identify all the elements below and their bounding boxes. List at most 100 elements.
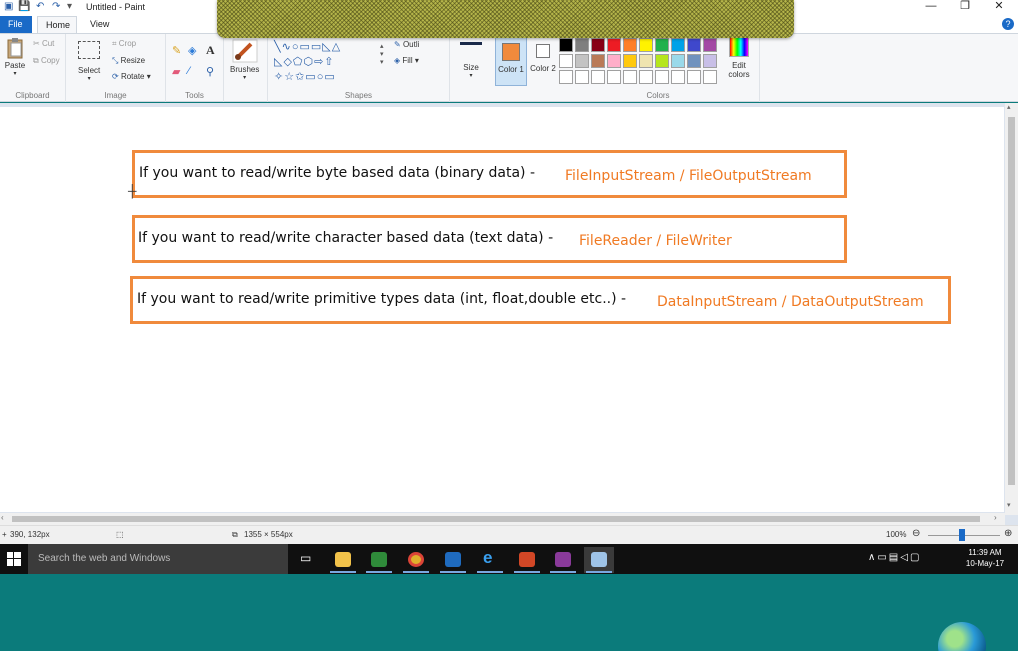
horizontal-scrollbar[interactable]: ‹ ›: [0, 513, 1005, 525]
taskbar-file-explorer[interactable]: [328, 547, 358, 573]
rotate-button[interactable]: ⟳ Rotate ▾: [112, 72, 151, 81]
cut-button[interactable]: ✂ Cut: [33, 39, 54, 48]
text-icon[interactable]: A: [206, 43, 215, 58]
eraser-icon[interactable]: ▰: [172, 65, 180, 78]
close-button[interactable]: ✕: [984, 0, 1014, 14]
color-swatch[interactable]: [655, 70, 669, 84]
zoom-in-icon[interactable]: ⊕: [1004, 528, 1012, 539]
start-button[interactable]: [0, 544, 28, 574]
color-swatch[interactable]: [639, 54, 653, 68]
size-button[interactable]: Size ▾: [460, 42, 482, 79]
color-swatch[interactable]: [703, 54, 717, 68]
text-box-character[interactable]: If you want to read/write character base…: [132, 215, 847, 263]
shapes-group-label: Shapes: [344, 91, 373, 100]
magnifier-icon[interactable]: ⚲: [206, 65, 214, 78]
pencil-icon[interactable]: ✎: [172, 44, 181, 57]
taskbar-app[interactable]: [548, 547, 578, 573]
volume-icon[interactable]: ◁: [900, 552, 910, 563]
vertical-scroll-thumb[interactable]: [1008, 117, 1015, 485]
brushes-button[interactable]: Brushes ▾: [230, 39, 259, 81]
color-swatch[interactable]: [607, 38, 621, 52]
color-swatch[interactable]: [623, 70, 637, 84]
color-swatch[interactable]: [639, 38, 653, 52]
ribbon: Paste ▾ ✂ Cut ⧉ Copy Clipboard Select ▾ …: [0, 33, 1018, 102]
outline-button[interactable]: ✎ Outli: [394, 40, 419, 49]
undo-icon[interactable]: ↶: [36, 1, 44, 12]
color-swatch[interactable]: [703, 38, 717, 52]
color-swatch[interactable]: [591, 38, 605, 52]
shapes-gallery-more-icon[interactable]: ▴ ▾ ▾: [380, 42, 384, 66]
taskbar-outlook[interactable]: [438, 547, 468, 573]
resize-button[interactable]: ⤡ Resize: [112, 56, 145, 66]
notifications-icon[interactable]: ▢: [910, 552, 921, 563]
zoom-out-icon[interactable]: ⊖: [912, 528, 920, 539]
customize-toolbar-icon[interactable]: ▾: [67, 1, 72, 12]
color-swatch[interactable]: [671, 38, 685, 52]
save-icon[interactable]: 💾: [18, 1, 30, 12]
color-swatch[interactable]: [623, 54, 637, 68]
taskbar-clock[interactable]: 11:39 AM 10-May-17: [955, 547, 1015, 569]
tab-view[interactable]: View: [82, 16, 117, 33]
show-hidden-icons-icon[interactable]: ∧: [868, 552, 877, 563]
taskbar-edge[interactable]: e: [475, 547, 505, 573]
color-swatch[interactable]: [591, 70, 605, 84]
battery-icon[interactable]: ▭: [877, 552, 888, 563]
color2-swatch: [536, 44, 550, 58]
redo-icon[interactable]: ↷: [52, 1, 60, 12]
color-swatch[interactable]: [559, 70, 573, 84]
taskbar-search-box[interactable]: Search the web and Windows: [28, 544, 288, 574]
fill-button[interactable]: ◈ Fill ▾: [394, 56, 419, 65]
color-swatch[interactable]: [575, 54, 589, 68]
color-swatch[interactable]: [639, 70, 653, 84]
system-tray[interactable]: ∧▭▤◁▢: [868, 552, 921, 563]
color-swatch[interactable]: [623, 38, 637, 52]
tab-home[interactable]: Home: [37, 16, 77, 33]
taskbar-excel[interactable]: [364, 547, 394, 573]
scroll-down-icon[interactable]: ▾: [1007, 501, 1011, 509]
color-swatch[interactable]: [687, 54, 701, 68]
scroll-up-icon[interactable]: ▴: [1007, 103, 1011, 111]
shapes-gallery[interactable]: ╲∿○▭▭◺△ ◺◇⬠⬡⇨⇧ ✧☆✩▭○▭: [274, 40, 386, 86]
color-swatch[interactable]: [559, 54, 573, 68]
task-view-button[interactable]: ▭: [292, 547, 322, 573]
text-box-primitive[interactable]: If you want to read/write primitive type…: [130, 276, 951, 324]
horizontal-scroll-thumb[interactable]: [12, 516, 980, 522]
drawing-canvas[interactable]: If you want to read/write byte based dat…: [0, 107, 1004, 512]
color-swatch[interactable]: [575, 38, 589, 52]
zoom-slider-thumb[interactable]: [959, 529, 965, 541]
color-swatch[interactable]: [703, 70, 717, 84]
paste-button[interactable]: Paste ▾: [4, 37, 26, 77]
color-swatch[interactable]: [591, 54, 605, 68]
color-swatch[interactable]: [607, 54, 621, 68]
taskbar-powerpoint[interactable]: [512, 547, 542, 573]
color2-button[interactable]: Color 2: [529, 36, 557, 86]
color-swatch[interactable]: [575, 70, 589, 84]
taskbar-chrome[interactable]: [401, 547, 431, 573]
color-swatch[interactable]: [687, 70, 701, 84]
scroll-left-icon[interactable]: ‹: [1, 513, 4, 522]
network-icon[interactable]: ▤: [889, 552, 900, 563]
color-swatch[interactable]: [655, 38, 669, 52]
running-indicator: [330, 571, 356, 573]
crop-button[interactable]: ⌗ Crop: [112, 39, 136, 49]
color-swatch[interactable]: [671, 70, 685, 84]
help-icon[interactable]: ?: [1002, 18, 1014, 30]
color-swatch[interactable]: [607, 70, 621, 84]
color-swatch[interactable]: [655, 54, 669, 68]
scroll-right-icon[interactable]: ›: [994, 513, 997, 522]
select-button[interactable]: Select ▾: [78, 41, 100, 82]
copy-button[interactable]: ⧉ Copy: [33, 56, 60, 66]
color-swatch[interactable]: [559, 38, 573, 52]
vertical-scrollbar[interactable]: ▴ ▾: [1005, 103, 1018, 515]
color-swatch[interactable]: [671, 54, 685, 68]
color1-button[interactable]: Color 1: [495, 36, 527, 86]
taskbar-paint[interactable]: [584, 547, 614, 573]
edit-colors-button[interactable]: Edit colors: [724, 37, 754, 79]
minimize-button[interactable]: —: [916, 0, 946, 14]
color-picker-icon[interactable]: ⁄: [188, 65, 190, 77]
color-swatch[interactable]: [687, 38, 701, 52]
text-box-byte[interactable]: If you want to read/write byte based dat…: [132, 150, 847, 198]
tab-file[interactable]: File: [0, 16, 32, 33]
maximize-button[interactable]: ❐: [950, 0, 980, 14]
fill-bucket-icon[interactable]: ◈: [188, 44, 196, 57]
